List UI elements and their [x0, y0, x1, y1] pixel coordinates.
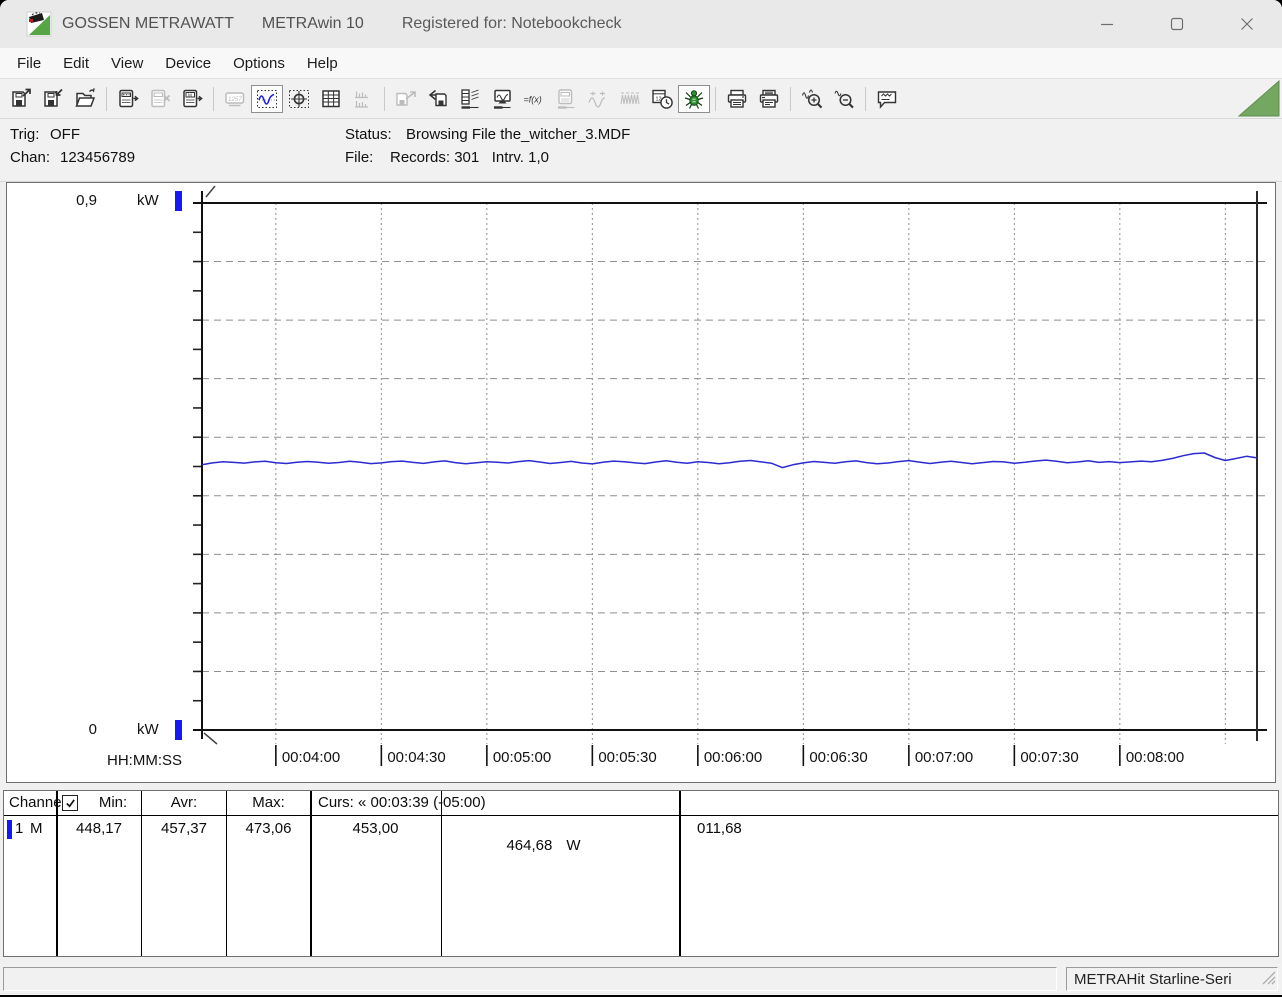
toolbar-separator	[715, 86, 716, 111]
col-header-cursor: Curs: « 00:03:39 (-05:00)	[318, 794, 486, 811]
view-table-button[interactable]	[315, 85, 347, 113]
toolbar-separator	[790, 86, 791, 111]
col-header-min: Min:	[98, 794, 128, 811]
row-cursor2-cell: 464,68 W	[441, 820, 621, 871]
view-numeric-button: 1257	[219, 85, 251, 113]
import-data-button[interactable]	[422, 85, 454, 113]
status-label: Status:	[345, 126, 392, 143]
channels-setup-button[interactable]	[454, 85, 486, 113]
toolbar-separator	[384, 86, 385, 111]
zoom-out-button[interactable]	[828, 85, 860, 113]
measurement-table: Channel: Min: Avr: Max: Curs: « 00:03:39…	[3, 790, 1279, 957]
row-cursor2-value: 464,68	[506, 837, 553, 854]
svg-text:M: M	[188, 92, 192, 97]
row-delta-value: 011,68	[697, 820, 742, 837]
menu-item-edit[interactable]: Edit	[52, 51, 100, 76]
info-area: Trig: OFF Chan: 123456789 Status: Browsi…	[0, 119, 1282, 182]
toolbar-separator	[865, 86, 866, 111]
sampling-setup-button	[614, 85, 646, 113]
app-logo-icon	[26, 11, 52, 37]
channels-value: 123456789	[60, 149, 136, 166]
view-histogram-button	[347, 85, 379, 113]
menu-item-options[interactable]: Options	[222, 51, 296, 76]
col-header-avr: Avr:	[170, 794, 198, 811]
zoom-in-button[interactable]	[796, 85, 828, 113]
svg-text:=f(x): =f(x)	[524, 94, 542, 104]
save-button[interactable]	[37, 85, 69, 113]
print-chart-button[interactable]	[721, 85, 753, 113]
save-as-button[interactable]	[5, 85, 37, 113]
statusbar-device-panel: METRAHit Starline-Seri	[1066, 967, 1278, 991]
row-min-value: 448,17	[76, 820, 122, 837]
read-device-button[interactable]	[112, 85, 144, 113]
open-file-button[interactable]	[69, 85, 101, 113]
svg-text:00:06:00: 00:06:00	[704, 749, 762, 766]
row-cursor2-unit: W	[566, 837, 581, 854]
app-title: GOSSEN METRAWATT	[62, 15, 234, 32]
row-channel-number: 1	[15, 820, 24, 837]
trigger-label: Trig:	[10, 126, 40, 143]
col-header-max: Max:	[252, 794, 285, 811]
close-button[interactable]	[1212, 0, 1282, 48]
svg-text:00:04:00: 00:04:00	[282, 749, 340, 766]
file-value: Records: 301 Intrv. 1,0	[390, 149, 549, 166]
row-max-value: 473,06	[245, 820, 292, 837]
svg-text:1257: 1257	[228, 95, 242, 102]
svg-text:00:07:00: 00:07:00	[915, 749, 973, 766]
toolbar-separator	[106, 86, 107, 111]
resize-grip[interactable]	[1261, 970, 1276, 989]
channel-color-bar	[7, 820, 12, 839]
chart-plot[interactable]: 00:04:00 00:04:30 00:05:00 00:05:30 00:06:00…	[7, 183, 1273, 780]
trigger-value: OFF	[50, 126, 80, 143]
svg-text:00:08:00: 00:08:00	[1126, 749, 1184, 766]
trigger-setup-button	[582, 85, 614, 113]
toolbar-separator	[213, 86, 214, 111]
titlebar: GOSSEN METRAWATT METRAwin 10 Registered …	[0, 0, 1282, 48]
maximize-button[interactable]	[1142, 0, 1212, 48]
svg-text:00:05:30: 00:05:30	[598, 749, 656, 766]
channel-visible-checkbox[interactable]	[62, 795, 78, 811]
formula-editor-button[interactable]: =f(x)	[518, 85, 550, 113]
svg-text:00:04:30: 00:04:30	[387, 749, 445, 766]
file-label: File:	[345, 149, 374, 166]
menu-item-view[interactable]: View	[100, 51, 154, 76]
brand-triangle-logo	[1237, 79, 1280, 122]
disconnect-device-button	[144, 85, 176, 113]
table-header-rule	[4, 815, 1278, 816]
channels-label: Chan:	[10, 149, 51, 166]
print-report-button[interactable]	[753, 85, 785, 113]
col-header-channel: Channel:	[9, 794, 70, 811]
connected-device-name: METRAHit Starline-Seri	[1074, 971, 1232, 988]
status-value: Browsing File the_witcher_3.MDF	[406, 126, 631, 143]
statusbar: METRAHit Starline-Seri	[0, 964, 1282, 995]
device-setup-button	[550, 85, 582, 113]
date-time-button[interactable]: 12	[646, 85, 678, 113]
view-xy-chart-button[interactable]	[283, 85, 315, 113]
menu-item-file[interactable]: File	[6, 51, 52, 76]
row-cursor1-value: 453,00	[352, 820, 399, 837]
registered-for-text: Registered for: Notebookcheck	[401, 15, 622, 32]
comment-button[interactable]	[871, 85, 903, 113]
svg-text:00:05:00: 00:05:00	[493, 749, 551, 766]
row-channel-mode: M	[30, 820, 43, 837]
view-yt-chart-button[interactable]	[251, 84, 283, 113]
export-data-button	[390, 85, 422, 113]
app-window: GOSSEN METRAWATT METRAwin 10 Registered …	[0, 0, 1282, 995]
toolbar: M 1257 =f(x) 12	[0, 79, 1282, 119]
svg-text:00:06:30: 00:06:30	[809, 749, 867, 766]
minimize-button[interactable]	[1072, 0, 1142, 48]
debug-monitor-button[interactable]	[678, 84, 710, 113]
menubar: File Edit View Device Options Help	[0, 48, 1282, 79]
menu-item-device[interactable]: Device	[154, 51, 222, 76]
window-controls	[1072, 0, 1282, 48]
menu-item-help[interactable]: Help	[296, 51, 349, 76]
read-memory-button[interactable]: M	[176, 85, 208, 113]
statusbar-message-panel	[3, 967, 1057, 991]
row-avr-value: 457,37	[161, 820, 207, 837]
display-setup-button[interactable]	[486, 85, 518, 113]
svg-text:00:07:30: 00:07:30	[1020, 749, 1078, 766]
product-title: METRAwin 10	[261, 15, 364, 32]
chart-panel: 0,9 kW 0 kW HH:MM:SS 00:04:00 00:04:30 00:…	[6, 182, 1276, 783]
